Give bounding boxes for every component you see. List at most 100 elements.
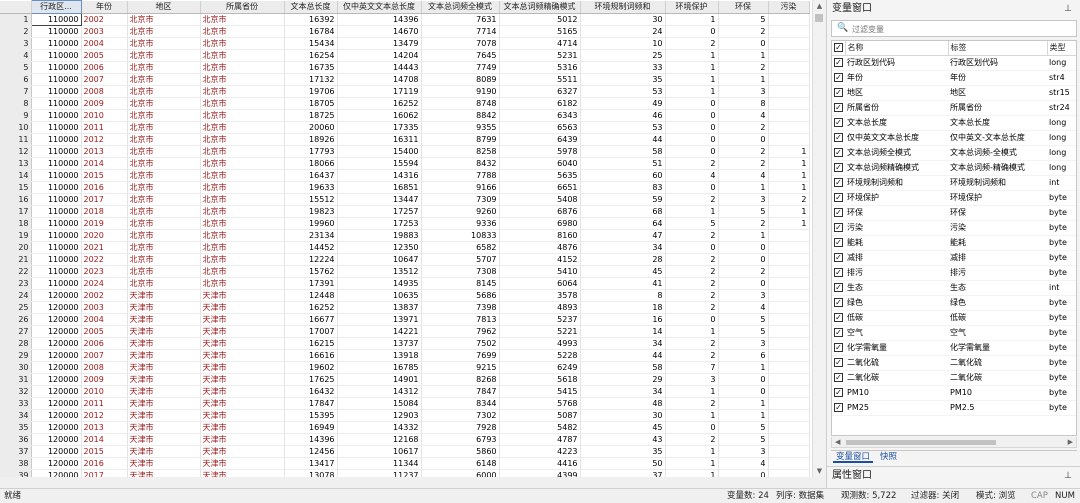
tab-snapshots[interactable]: 快照 (877, 451, 900, 463)
scroll-up-icon[interactable]: ▲ (813, 0, 826, 12)
variable-row[interactable]: ✓ 地区 地区 str15 (832, 85, 1076, 102)
table-cell[interactable]: 11344 (337, 457, 422, 470)
row-number[interactable]: 4 (0, 49, 32, 62)
variable-checkbox[interactable]: ✓ (834, 373, 843, 383)
table-cell[interactable]: 天津市 (127, 385, 201, 398)
row-number[interactable]: 37 (0, 445, 32, 458)
table-row[interactable]: 23 110000 2024 北京市 北京市 17391 14935 8145 6064 41 2 0 (0, 277, 810, 290)
variable-checkbox[interactable]: ✓ (834, 58, 843, 68)
variable-checkbox[interactable]: ✓ (834, 193, 843, 203)
table-cell[interactable]: 1 (768, 169, 810, 182)
variable-row[interactable]: ✓ 行政区划代码 行政区划代码 long (832, 55, 1076, 72)
table-cell[interactable]: 2 (718, 157, 769, 170)
table-cell[interactable]: 1 (665, 61, 719, 74)
row-number[interactable]: 18 (0, 217, 32, 230)
table-row[interactable]: 5 110000 2006 北京市 北京市 16735 14443 7749 5316 33 1 2 (0, 61, 810, 74)
table-cell[interactable]: 8344 (421, 397, 500, 410)
table-cell[interactable]: 北京市 (200, 229, 285, 242)
table-cell[interactable]: 2014 (81, 433, 128, 446)
table-cell[interactable]: 9190 (421, 85, 500, 98)
table-cell[interactable]: 2010 (81, 109, 128, 122)
table-cell[interactable]: 天津市 (200, 373, 285, 386)
row-number[interactable]: 39 (0, 469, 32, 477)
table-cell[interactable]: 2009 (81, 373, 128, 386)
table-cell[interactable]: 110000 (31, 133, 82, 146)
variable-checkbox[interactable]: ✓ (834, 328, 843, 338)
row-number[interactable]: 6 (0, 73, 32, 86)
table-cell[interactable]: 13512 (337, 265, 422, 278)
table-cell[interactable] (768, 421, 810, 434)
table-cell[interactable]: 17391 (284, 277, 338, 290)
table-cell[interactable]: 0 (718, 469, 769, 477)
table-row[interactable]: 18 110000 2019 北京市 北京市 19960 17253 9336 6980 64 5 2… (0, 217, 810, 230)
table-row[interactable]: 13 110000 2014 北京市 北京市 18066 15594 8432 6040 51 2 2… (0, 157, 810, 170)
table-cell[interactable]: 18705 (284, 97, 338, 110)
table-cell[interactable]: 5511 (499, 73, 581, 86)
row-number[interactable]: 28 (0, 337, 32, 350)
table-cell[interactable]: 4399 (499, 469, 581, 477)
table-cell[interactable]: 8145 (421, 277, 500, 290)
column-header[interactable]: 所属省份 (200, 0, 285, 14)
table-cell[interactable]: 北京市 (127, 217, 201, 230)
variable-checkbox[interactable]: ✓ (834, 253, 843, 263)
table-cell[interactable]: 北京市 (127, 181, 201, 194)
table-cell[interactable]: 1 (665, 457, 719, 470)
table-cell[interactable]: 7631 (421, 13, 500, 26)
table-cell[interactable]: 9336 (421, 217, 500, 230)
table-cell[interactable]: 北京市 (200, 181, 285, 194)
table-cell[interactable]: 20060 (284, 121, 338, 134)
table-cell[interactable]: 北京市 (127, 229, 201, 242)
table-cell[interactable]: 2011 (81, 121, 128, 134)
table-cell[interactable]: 4223 (499, 445, 581, 458)
table-cell[interactable]: 120000 (31, 469, 82, 477)
table-cell[interactable]: 北京市 (200, 109, 285, 122)
table-cell[interactable]: 5012 (499, 13, 581, 26)
table-cell[interactable]: 17257 (337, 205, 422, 218)
table-cell[interactable]: 2015 (81, 445, 128, 458)
table-cell[interactable]: 8799 (421, 133, 500, 146)
table-cell[interactable]: 8268 (421, 373, 500, 386)
table-cell[interactable]: 120000 (31, 349, 82, 362)
table-cell[interactable]: 14316 (337, 169, 422, 182)
table-cell[interactable]: 2008 (81, 361, 128, 374)
table-cell[interactable]: 17007 (284, 325, 338, 338)
table-cell[interactable]: 120000 (31, 445, 82, 458)
table-cell[interactable]: 16437 (284, 169, 338, 182)
table-cell[interactable]: 13971 (337, 313, 422, 326)
variable-row[interactable]: ✓ 所属省份 所属省份 str24 (832, 100, 1076, 117)
table-row[interactable]: 19 110000 2020 北京市 北京市 23134 19883 10833 8160 47 2… (0, 229, 810, 242)
table-cell[interactable]: 12448 (284, 289, 338, 302)
table-cell[interactable]: 天津市 (127, 325, 201, 338)
table-cell[interactable]: 5316 (499, 61, 581, 74)
table-cell[interactable]: 3 (718, 337, 769, 350)
table-cell[interactable] (768, 385, 810, 398)
table-cell[interactable]: 120000 (31, 313, 82, 326)
table-cell[interactable]: 1 (718, 409, 769, 422)
table-cell[interactable]: 北京市 (200, 145, 285, 158)
table-cell[interactable]: 2013 (81, 421, 128, 434)
table-cell[interactable]: 天津市 (127, 349, 201, 362)
table-cell[interactable]: 北京市 (200, 157, 285, 170)
table-cell[interactable]: 19706 (284, 85, 338, 98)
variable-row[interactable]: ✓ 文本总词频精确模式 文本总词频-精确模式 long (832, 160, 1076, 177)
table-cell[interactable]: 5768 (499, 397, 581, 410)
scrollbar-thumb[interactable] (846, 440, 996, 445)
table-cell[interactable]: 120000 (31, 457, 82, 470)
table-cell[interactable]: 天津市 (127, 421, 201, 434)
table-cell[interactable]: 天津市 (200, 361, 285, 374)
table-cell[interactable] (768, 121, 810, 134)
table-cell[interactable]: 0 (665, 241, 719, 254)
table-cell[interactable]: 11237 (337, 469, 422, 477)
table-cell[interactable]: 2024 (81, 277, 128, 290)
table-cell[interactable]: 17335 (337, 121, 422, 134)
table-cell[interactable]: 7962 (421, 325, 500, 338)
table-cell[interactable]: 2 (665, 193, 719, 206)
table-cell[interactable] (768, 445, 810, 458)
variables-header-type[interactable]: 类型 (1047, 41, 1076, 57)
variable-row[interactable]: ✓ 减排 减排 byte (832, 250, 1076, 267)
variable-row[interactable]: ✓ 文本总词频全模式 文本总词频-全模式 long (832, 145, 1076, 162)
table-cell[interactable]: 15400 (337, 145, 422, 158)
table-cell[interactable]: 34 (580, 241, 666, 254)
table-cell[interactable]: 北京市 (200, 265, 285, 278)
variables-horizontal-scrollbar[interactable]: ◀ ▶ (831, 437, 1077, 448)
